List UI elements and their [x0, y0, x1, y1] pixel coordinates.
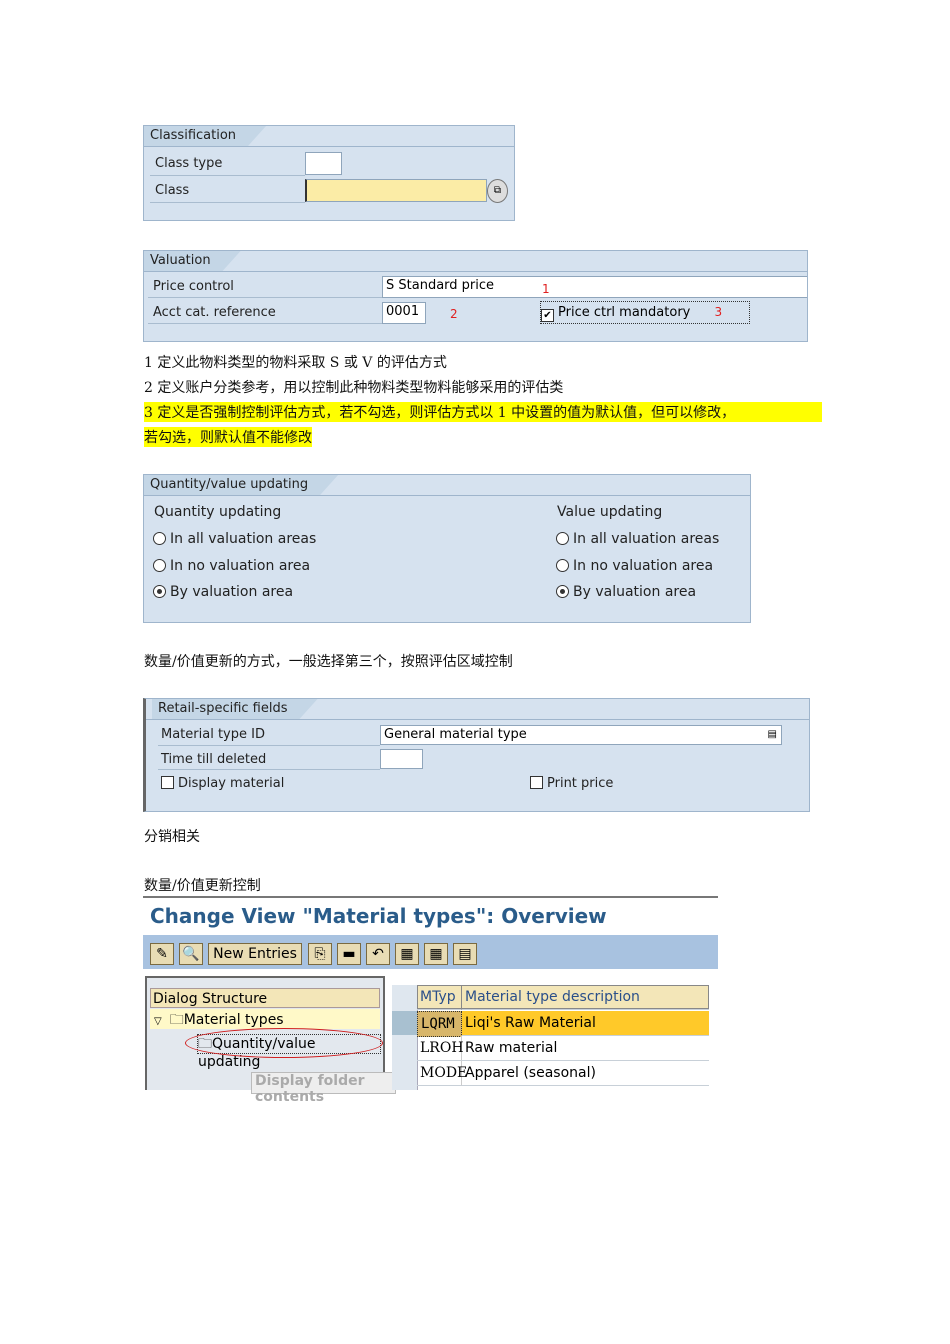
time-till-deleted-label: Time till deleted: [161, 752, 267, 767]
price-ctrl-mandatory-checkbox[interactable]: ✔ Price ctrl mandatory 3: [540, 301, 750, 324]
column-header-mtyp[interactable]: MTyp: [417, 985, 462, 1010]
undo-button[interactable]: ↶: [366, 943, 390, 965]
class-type-input[interactable]: [305, 152, 342, 175]
note-line-highlighted: 3 定义是否强制控制评估方式，若不勾选，则评估方式以 1 中设置的值为默认值，但…: [144, 402, 822, 422]
qty-value-panel: Quantity/value updating Quantity updatin…: [143, 474, 751, 623]
table-cell-description[interactable]: Raw material: [462, 1036, 709, 1061]
panel-title: Retail-specific fields: [152, 699, 318, 719]
row-selector-selected[interactable]: [392, 1011, 417, 1035]
dialog-structure-header: Dialog Structure: [150, 988, 380, 1008]
note-retail: 分销相关: [144, 829, 200, 845]
marker-1: 1: [542, 282, 550, 296]
copy-button[interactable]: ⎘: [308, 943, 332, 965]
acct-cat-input[interactable]: 0001: [382, 302, 426, 324]
dropdown-icon: ▤: [767, 729, 777, 740]
time-till-deleted-input[interactable]: [380, 749, 423, 769]
value-radio-by-area[interactable]: By valuation area: [556, 584, 696, 600]
display-material-checkbox[interactable]: Display material: [161, 776, 284, 791]
folder-open-icon: 🗀: [169, 1012, 184, 1028]
qty-heading: Quantity updating: [154, 504, 282, 520]
red-circle-annotation: [185, 1028, 383, 1058]
panel-title: Quantity/value updating: [144, 475, 338, 495]
note-qty-value: 数量/价值更新的方式，一般选择第三个，按照评估区域控制: [144, 654, 513, 670]
value-radio-none[interactable]: In no valuation area: [556, 558, 713, 574]
marker-3: 3: [714, 305, 723, 319]
class-label: Class: [155, 183, 190, 198]
page: Classification Class type Class ⧉ Valuat…: [0, 0, 950, 1344]
column-header-description[interactable]: Material type description: [462, 985, 709, 1010]
qty-radio-all[interactable]: In all valuation areas: [153, 531, 316, 547]
qty-radio-none[interactable]: In no valuation area: [153, 558, 310, 574]
marker-2: 2: [450, 307, 458, 321]
tooltip: Display folder contents: [251, 1072, 396, 1105]
price-control-label: Price control: [153, 279, 234, 294]
select-all-button[interactable]: ▦: [395, 943, 419, 965]
acct-cat-label: Acct cat. reference: [153, 305, 276, 320]
material-type-id-label: Material type ID: [161, 727, 265, 742]
deselect-all-button[interactable]: ▤: [453, 943, 477, 965]
collapse-icon: ▽: [154, 1016, 162, 1027]
table-cell-description[interactable]: Liqi's Raw Material: [462, 1011, 709, 1036]
panel-title: Classification: [144, 126, 266, 146]
classification-panel: Classification Class type Class ⧉: [143, 125, 515, 221]
screen-title: Change View "Material types": Overview: [150, 904, 607, 928]
print-price-checkbox[interactable]: Print price: [530, 776, 613, 791]
table-cell-description[interactable]: Apparel (seasonal): [462, 1061, 709, 1086]
retail-panel: Retail-specific fields Material type ID …: [143, 698, 810, 812]
value-radio-all[interactable]: In all valuation areas: [556, 531, 719, 547]
material-type-id-select[interactable]: General material type ▤: [380, 725, 782, 745]
price-control-field[interactable]: S Standard price: [382, 276, 807, 298]
display-details-button[interactable]: 🔍: [179, 943, 203, 965]
note-line: 2 定义账户分类参考，用以控制此种物料类型物料能够采用的评估类: [144, 380, 564, 396]
note-line-highlighted: 若勾选，则默认值不能修改: [144, 427, 312, 447]
value-heading: Value updating: [557, 504, 663, 520]
table-cell-mtyp[interactable]: LROH: [417, 1036, 464, 1061]
table-cell-mtyp[interactable]: MODE: [417, 1061, 467, 1086]
class-type-label: Class type: [155, 156, 223, 171]
checkbox-checked-icon[interactable]: ✔: [541, 309, 554, 322]
delete-button[interactable]: ▬: [337, 943, 361, 965]
value-help-icon[interactable]: ⧉: [487, 179, 508, 203]
change-display-button[interactable]: ✎: [150, 943, 174, 965]
note-control: 数量/价值更新控制: [144, 878, 261, 894]
new-entries-button[interactable]: New Entries: [208, 943, 302, 965]
class-input[interactable]: [305, 179, 487, 202]
valuation-panel: Valuation Price control S Standard price…: [143, 250, 808, 342]
panel-title: Valuation: [144, 251, 241, 271]
row-selector-column[interactable]: [392, 985, 418, 1090]
tree-item-material-types[interactable]: ▽ 🗀Material types: [150, 1009, 380, 1029]
qty-radio-by-area[interactable]: By valuation area: [153, 584, 293, 600]
dialog-structure-pane: Dialog Structure ▽ 🗀Material types 🗀Quant…: [145, 976, 396, 1105]
material-types-table: MTyp Material type description LQRM Liqi…: [392, 985, 718, 1090]
table-cell-mtyp[interactable]: LQRM: [417, 1011, 462, 1037]
select-block-button[interactable]: ▦: [424, 943, 448, 965]
note-line: 1 定义此物料类型的物料采取 S 或 V 的评估方式: [144, 355, 447, 371]
